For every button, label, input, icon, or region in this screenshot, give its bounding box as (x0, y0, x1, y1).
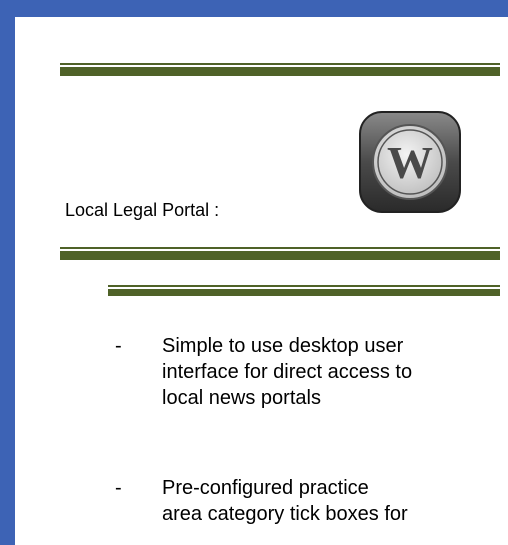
left-frame-border (0, 0, 15, 545)
portal-heading: Local Legal Portal : (65, 200, 220, 220)
list-divider-rule (108, 285, 500, 296)
wordpress-icon: W (358, 110, 462, 214)
bullet-item-practice-area: Pre-configured practice area category ti… (162, 475, 502, 527)
bullet-line: area category tick boxes for (162, 503, 408, 525)
wordpress-logo-letter: W (387, 137, 433, 188)
bullet-line: local news portals (162, 387, 321, 409)
bullet-marker: - (115, 335, 122, 357)
top-frame-border (0, 0, 508, 17)
top-divider-rule (60, 63, 500, 76)
bullet-line: interface for direct access to (162, 361, 413, 383)
bullet-item-desktop-interface: Simple to use desktop user interface for… (162, 333, 502, 411)
bullet-line: Simple to use desktop user (162, 335, 404, 357)
middle-divider-rule (60, 247, 500, 260)
bullet-marker: - (115, 477, 122, 499)
bullet-line: Pre-configured practice (162, 477, 369, 499)
